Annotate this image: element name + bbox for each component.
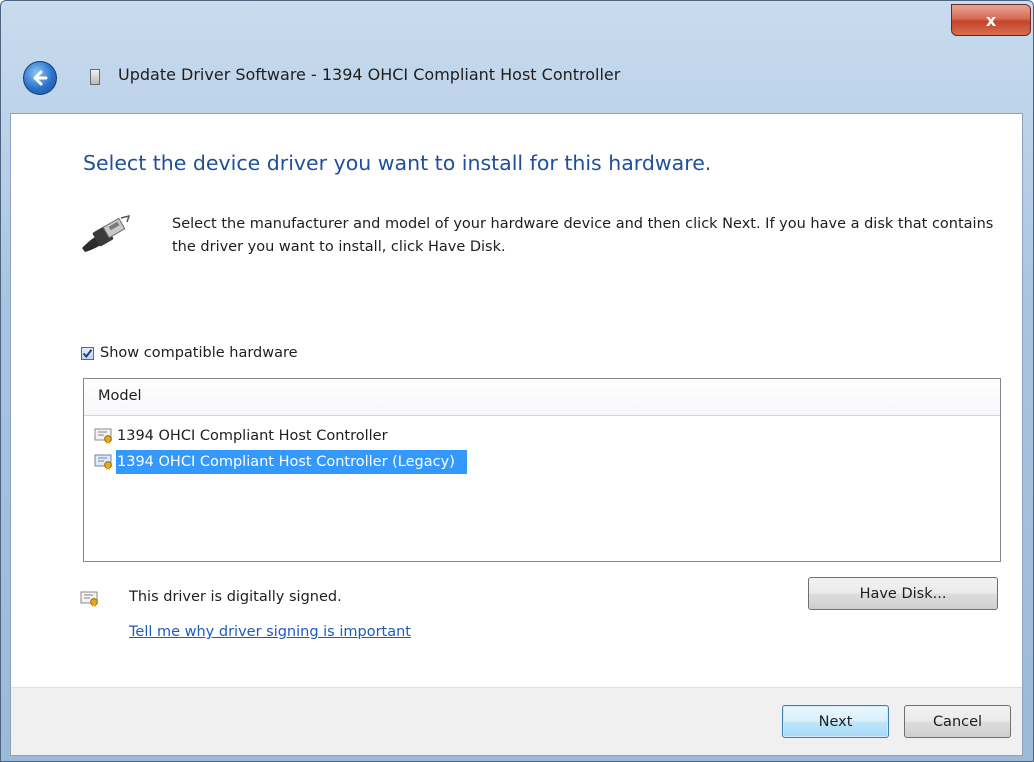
back-button[interactable] — [23, 61, 57, 95]
window-title: Update Driver Software - 1394 OHCI Compl… — [118, 65, 621, 84]
wizard-page: Select the device driver you want to ins… — [10, 113, 1023, 756]
model-column-header[interactable]: Model — [84, 379, 1000, 416]
model-list-item[interactable]: 1394 OHCI Compliant Host Controller — [94, 424, 400, 448]
model-listbox[interactable]: Model 1394 OHCI Compliant Host Controlle… — [83, 378, 1001, 562]
page-heading: Select the device driver you want to ins… — [83, 151, 712, 175]
title-bar: x Update Driver Software - 1394 OHCI Com… — [1, 1, 1033, 125]
model-list-item-label: 1394 OHCI Compliant Host Controller (Leg… — [116, 450, 467, 474]
close-icon: x — [985, 10, 997, 30]
signed-driver-icon — [94, 428, 112, 444]
instructions-text: Select the manufacturer and model of you… — [172, 216, 994, 255]
driver-signing-link[interactable]: Tell me why driver signing is important — [129, 624, 411, 640]
signature-status: This driver is digitally signed. — [129, 589, 342, 605]
checkmark-icon — [82, 348, 93, 358]
dialog-window: x Update Driver Software - 1394 OHCI Com… — [0, 0, 1034, 762]
model-column-label: Model — [98, 388, 142, 404]
next-button[interactable]: Next — [782, 705, 889, 738]
show-compatible-label[interactable]: Show compatible hardware — [100, 345, 298, 361]
have-disk-button[interactable]: Have Disk... — [808, 577, 998, 610]
model-list-item-label: 1394 OHCI Compliant Host Controller — [117, 428, 388, 444]
cancel-button[interactable]: Cancel — [904, 705, 1011, 738]
usb-plug-icon — [82, 214, 131, 252]
window-app-icon — [90, 69, 100, 85]
signed-driver-icon — [94, 454, 112, 470]
wizard-footer: Next Cancel — [11, 687, 1022, 755]
close-button[interactable]: x — [951, 4, 1031, 36]
back-arrow-icon — [33, 70, 48, 86]
signed-driver-icon — [80, 591, 98, 607]
model-list-item-selected[interactable]: 1394 OHCI Compliant Host Controller (Leg… — [94, 450, 467, 474]
show-compatible-row: Show compatible hardware — [81, 345, 298, 361]
show-compatible-checkbox[interactable] — [81, 346, 94, 360]
